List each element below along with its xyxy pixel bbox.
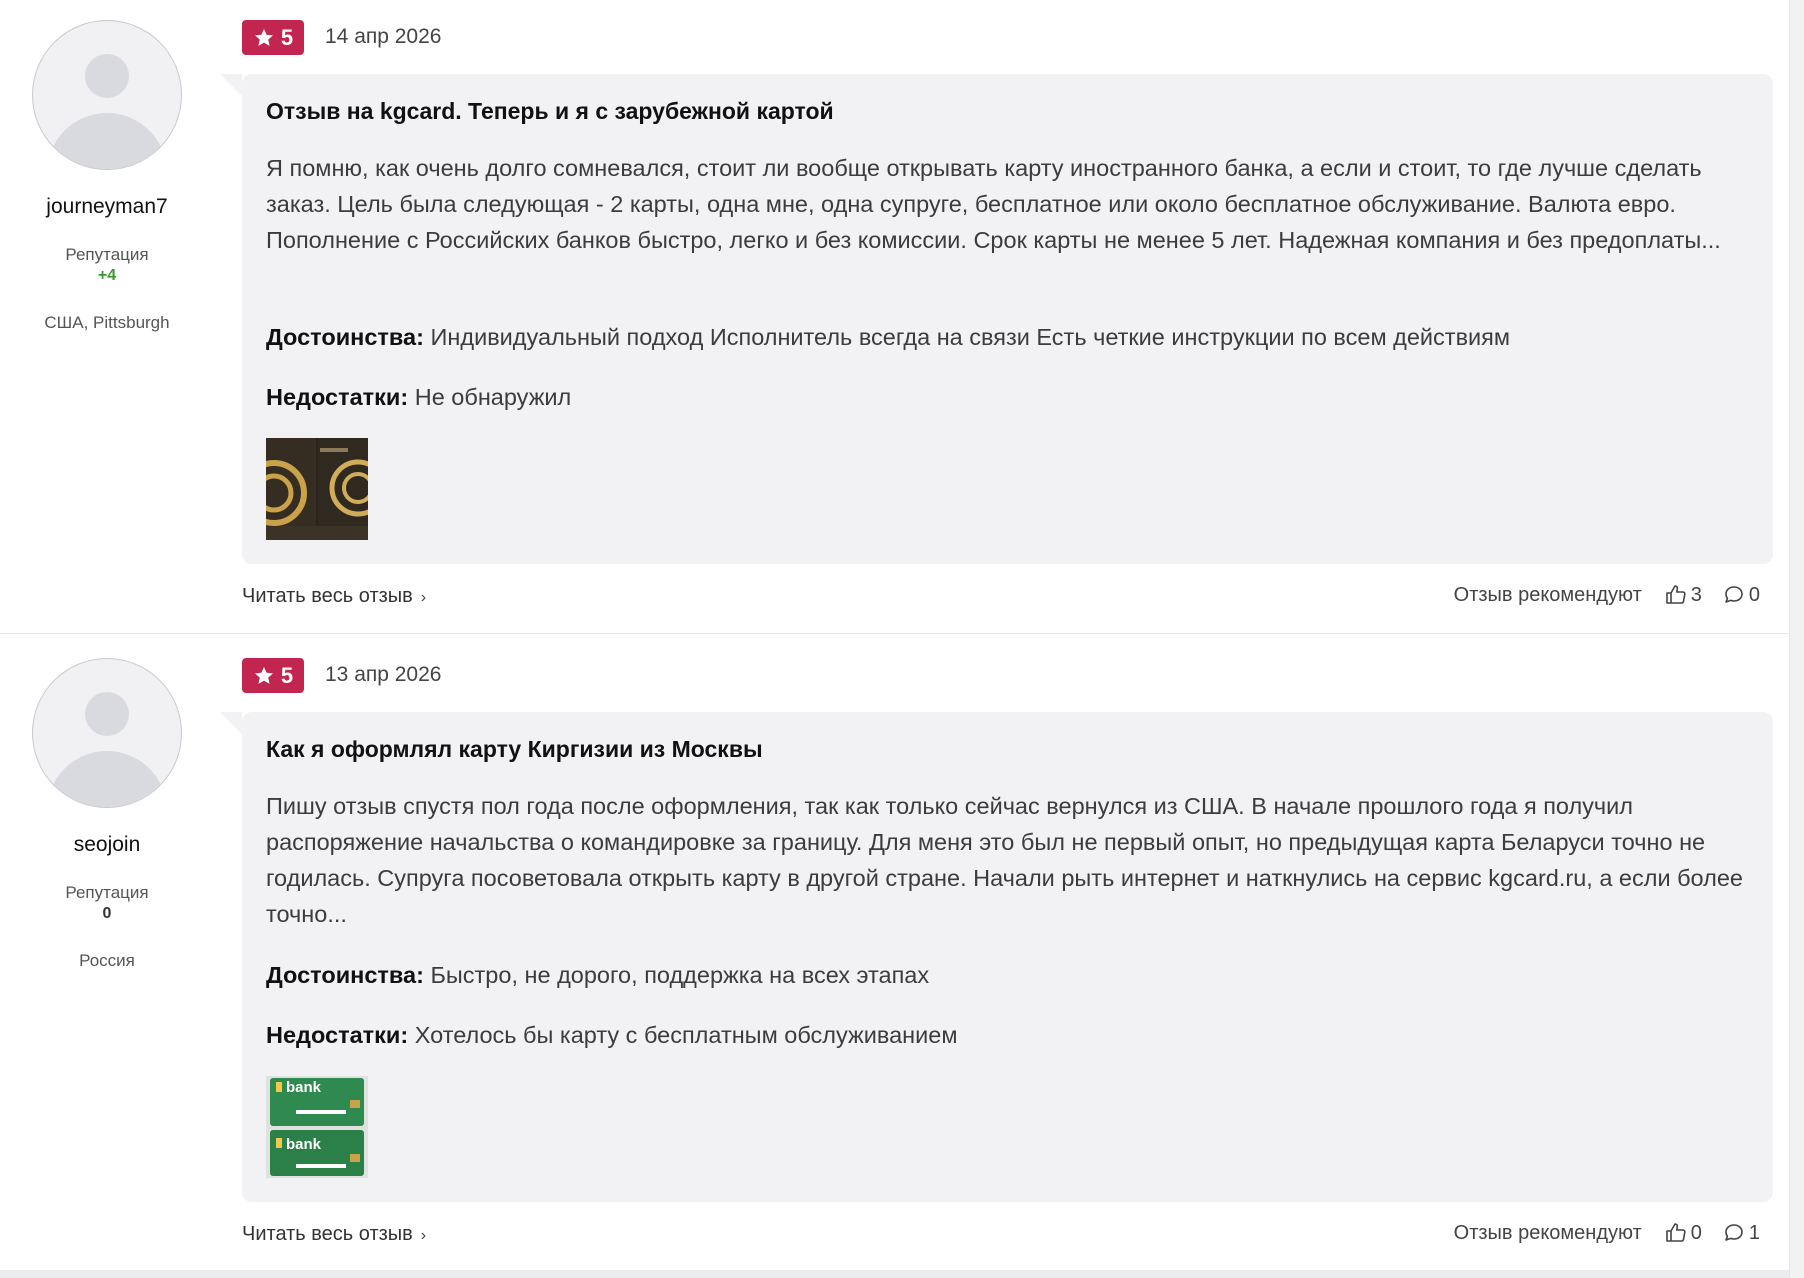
comment-count: 1 xyxy=(1748,1221,1760,1244)
pros-label: Достоинства: xyxy=(266,962,424,988)
rating-value: 5 xyxy=(280,662,294,688)
chevron-right-icon: › xyxy=(420,589,427,606)
pros-text: Быстро, не дорого, поддержка на всех эта… xyxy=(430,962,930,988)
reviews-page: journeyman7 Репутация +4 США, Pittsburgh… xyxy=(0,0,1804,1278)
thumbs-up-icon[interactable] xyxy=(1664,1221,1688,1245)
review-title[interactable]: Отзыв на kgcard. Теперь и я с зарубежной… xyxy=(266,98,834,125)
review-pros: Достоинства: Быстро, не дорого, поддержк… xyxy=(266,962,929,989)
review-pros: Достоинства: Индивидуальный подход Испол… xyxy=(266,324,1510,351)
review-text: Пишу отзыв спустя пол года после оформле… xyxy=(266,793,1743,927)
review-stats: Отзыв рекомендуют 0 1 xyxy=(1454,1221,1760,1245)
card-brand-text: bank xyxy=(286,1136,322,1153)
avatar-placeholder-icon[interactable] xyxy=(32,20,182,170)
chevron-right-icon: › xyxy=(420,1227,427,1244)
rating-value: 5 xyxy=(280,24,294,50)
reputation-value: +4 xyxy=(97,267,117,284)
review-text: Я помню, как очень долго сомневался, сто… xyxy=(266,155,1721,253)
avatar-placeholder-icon[interactable] xyxy=(32,658,182,808)
like-count: 3 xyxy=(1690,583,1702,606)
recommend-label: Отзыв рекомендуют xyxy=(1453,1221,1642,1244)
review-stats: Отзыв рекомендуют 3 0 xyxy=(1454,583,1760,607)
reputation-label: Репутация xyxy=(65,883,149,902)
review-photo-thumbnail[interactable]: bank bank xyxy=(266,1076,368,1178)
pros-text: Индивидуальный подход Исполнитель всегда… xyxy=(430,324,1511,350)
page-bottom-band xyxy=(0,1270,1790,1278)
review-title[interactable]: Как я оформлял карту Киргизии из Москвы xyxy=(266,736,763,763)
review-cons: Недостатки: Не обнаружил xyxy=(266,384,571,411)
author-location: США, Pittsburgh xyxy=(44,313,170,332)
rating-badge: 5 xyxy=(242,20,304,55)
read-full-review-link[interactable]: Читать весь отзыв › xyxy=(242,585,426,608)
review-photo-thumbnail[interactable] xyxy=(266,438,368,540)
read-full-review-link[interactable]: Читать весь отзыв › xyxy=(242,1223,426,1246)
comment-icon[interactable] xyxy=(1722,583,1746,607)
review-divider xyxy=(0,633,1790,634)
review-body: Как я оформлял карту Киргизии из Москвы … xyxy=(220,712,1773,1202)
comment-count: 0 xyxy=(1748,583,1760,606)
reputation-value: 0 xyxy=(102,905,112,922)
review-body: Отзыв на kgcard. Теперь и я с зарубежной… xyxy=(220,74,1773,564)
card-brand-text: bank xyxy=(286,1079,322,1096)
recommend-label: Отзыв рекомендуют xyxy=(1453,583,1642,606)
review-date: 13 апр 2026 xyxy=(325,663,442,686)
reputation-label: Репутация xyxy=(65,245,149,264)
author-name[interactable]: seojoin xyxy=(0,833,214,857)
cons-text: Хотелось бы карту с бесплатным обслужива… xyxy=(414,1022,958,1048)
review-card: seojoin Репутация 0 Россия 5 13 апр 2026… xyxy=(0,638,1790,1270)
cons-label: Недостатки: xyxy=(266,1022,409,1048)
author-name[interactable]: journeyman7 xyxy=(0,195,214,219)
rating-badge: 5 xyxy=(242,658,304,693)
thumbs-up-icon[interactable] xyxy=(1664,583,1688,607)
cons-label: Недостатки: xyxy=(266,384,409,410)
like-count: 0 xyxy=(1690,1221,1702,1244)
review-card: journeyman7 Репутация +4 США, Pittsburgh… xyxy=(0,0,1790,632)
review-cons: Недостатки: Хотелось бы карту с бесплатн… xyxy=(266,1022,957,1049)
scrollbar[interactable] xyxy=(1789,0,1804,1278)
star-icon xyxy=(254,666,273,684)
cons-text: Не обнаружил xyxy=(414,384,572,410)
pros-label: Достоинства: xyxy=(266,324,424,350)
star-icon xyxy=(254,28,273,46)
review-date: 14 апр 2026 xyxy=(325,25,442,48)
author-location: Россия xyxy=(79,951,135,970)
comment-icon[interactable] xyxy=(1722,1221,1746,1245)
